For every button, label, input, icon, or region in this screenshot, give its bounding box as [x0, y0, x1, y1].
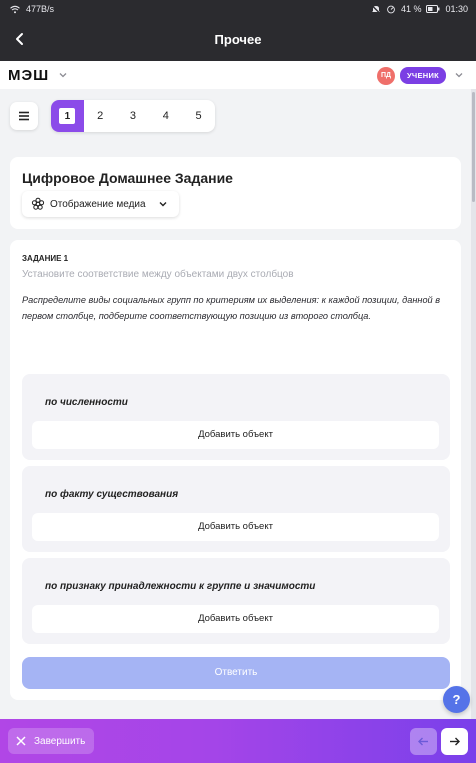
menu-button[interactable] [10, 102, 38, 130]
battery-icon [426, 5, 440, 13]
criterion-label: по признаку принадлежности к группе и зн… [45, 581, 316, 592]
mesh-logo[interactable]: МЭШ [8, 67, 49, 84]
hamburger-icon [19, 111, 29, 121]
criterion-drop-zone: по численности Добавить объект [22, 374, 450, 460]
help-button[interactable]: ? [443, 686, 470, 713]
scrollbar-thumb[interactable] [472, 92, 475, 202]
network-speed: 477B/s [26, 4, 55, 14]
media-display-label: Отображение медиа [50, 199, 146, 210]
app-bar: Прочее [0, 18, 476, 61]
page-button-1[interactable]: 1 [51, 100, 84, 132]
media-display-toggle[interactable]: Отображение медиа [22, 191, 179, 217]
finish-label: Завершить [34, 736, 86, 747]
add-object-button[interactable]: Добавить объект [32, 421, 439, 449]
task-text: Распределите виды социальных групп по кр… [22, 295, 441, 321]
arrow-left-icon [418, 737, 428, 746]
task-card: ЗАДАНИЕ 1 Установите соответствие между … [10, 240, 461, 700]
close-icon [16, 736, 26, 746]
assignment-title: Цифровое Домашнее Задание [22, 170, 233, 186]
arrow-right-icon [450, 737, 460, 746]
chevron-down-icon[interactable] [57, 69, 69, 81]
site-header: МЭШ ПД УЧЕНИК [0, 61, 476, 89]
bottom-bar: Завершить [0, 719, 476, 763]
next-question-button[interactable] [441, 728, 468, 755]
mute-icon [371, 4, 381, 14]
chevron-down-icon[interactable] [453, 69, 465, 81]
question-pager: 1 2 3 4 5 [51, 100, 215, 132]
page-button-2[interactable]: 2 [84, 100, 117, 132]
task-instruction: Установите соответствие между объектами … [22, 269, 294, 280]
clock: 01:30 [445, 4, 468, 14]
page-button-5[interactable]: 5 [182, 100, 215, 132]
wifi-icon [10, 5, 20, 13]
finish-button[interactable]: Завершить [8, 728, 94, 754]
chevron-down-icon [159, 202, 167, 207]
avatar[interactable]: ПД [377, 67, 395, 85]
add-object-button[interactable]: Добавить объект [32, 605, 439, 633]
role-badge[interactable]: УЧЕНИК [400, 67, 446, 84]
criterion-drop-zone: по признаку принадлежности к группе и зн… [22, 558, 450, 644]
criterion-label: по факту существования [45, 489, 179, 500]
page-button-3[interactable]: 3 [117, 100, 150, 132]
criterion-label: по численности [45, 397, 128, 408]
answer-button[interactable]: Ответить [22, 657, 450, 689]
status-bar: 477B/s 41 % 01:30 [0, 0, 476, 18]
criterion-drop-zone: по факту существования Добавить объект [22, 466, 450, 552]
previous-question-button[interactable] [410, 728, 437, 755]
data-saver-icon [387, 5, 395, 13]
page-button-4[interactable]: 4 [149, 100, 182, 132]
task-number: ЗАДАНИЕ 1 [22, 254, 69, 263]
screen-title: Прочее [214, 32, 262, 47]
add-object-button[interactable]: Добавить объект [32, 513, 439, 541]
page-label: 1 [56, 105, 79, 127]
assignment-header-card: Цифровое Домашнее Задание Отображение ме… [10, 157, 461, 229]
flower-icon [31, 197, 45, 210]
battery-percent: 41 % [400, 4, 422, 14]
